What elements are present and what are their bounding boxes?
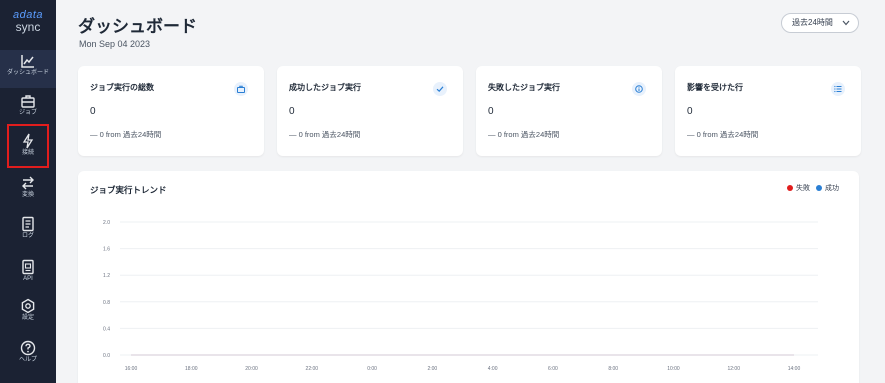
card-title: ジョブ実行の総数 <box>90 83 154 92</box>
x-tick-label: 14:00 <box>788 366 801 372</box>
card-delta: — 0 from 過去24時間 <box>90 130 162 139</box>
check-icon <box>433 82 447 96</box>
gear-icon <box>21 298 35 314</box>
card-value: 0 <box>289 106 295 117</box>
page-date: Mon Sep 04 2023 <box>79 39 151 49</box>
stat-card-total-jobs: ジョブ実行の総数 0 — 0 from 過去24時間 <box>78 66 264 156</box>
y-tick-label: 0.0 <box>103 353 110 359</box>
y-tick-label: 0.8 <box>103 300 110 306</box>
sidebar-item-label: ヘルプ <box>18 357 37 363</box>
x-tick-label: 12:00 <box>727 366 740 372</box>
card-value: 0 <box>687 106 693 117</box>
x-tick-label: 16:00 <box>125 366 138 372</box>
sidebar-item-label: ダッシュボード <box>6 70 49 76</box>
x-tick-label: 18:00 <box>185 366 198 372</box>
sidebar-item-transform[interactable]: 変換 <box>0 172 56 210</box>
time-range-select[interactable]: 過去24時間 <box>781 13 859 33</box>
y-tick-label: 2.0 <box>103 220 110 226</box>
job-trend-chart: 2.0 1.6 1.2 0.8 0.4 0.0 16:00 18:00 20:00 22:00 0:… <box>103 220 818 372</box>
sidebar-item-api[interactable]: API <box>0 256 56 294</box>
card-delta: — 0 from 過去24時間 <box>289 130 361 139</box>
y-tick-label: 1.2 <box>103 273 110 279</box>
card-title: 成功したジョブ実行 <box>289 83 361 92</box>
page-title: ダッシュボード <box>78 17 197 36</box>
x-tick-label: 22:00 <box>306 366 319 372</box>
chevron-down-icon <box>842 20 850 26</box>
sidebar-item-dashboard[interactable]: ダッシュボード <box>0 50 56 88</box>
info-circle-icon <box>632 82 646 96</box>
briefcase-icon <box>234 82 248 96</box>
sidebar-item-help[interactable]: ヘルプ <box>0 337 56 375</box>
sidebar-item-settings[interactable]: 設定 <box>0 295 56 333</box>
card-delta: — 0 from 過去24時間 <box>488 130 560 139</box>
x-tick-label: 20:00 <box>245 366 258 372</box>
brand-logo-sub: sync <box>15 20 41 34</box>
briefcase-icon <box>21 95 35 108</box>
sidebar-item-logs[interactable]: ログ <box>0 213 56 251</box>
job-trend-chart-panel: ジョブ実行トレンド 失敗 成功 2.0 1.6 1.2 0.8 0.4 0.0 16:00 1… <box>78 171 859 383</box>
swap-arrows-icon <box>22 176 34 190</box>
sidebar-item-label: API <box>23 276 33 282</box>
list-icon <box>831 82 845 96</box>
x-tick-label: 0:00 <box>367 366 377 372</box>
sidebar-item-jobs[interactable]: ジョブ <box>0 90 56 128</box>
y-tick-label: 1.6 <box>103 247 110 253</box>
line-chart-icon <box>21 55 34 68</box>
x-tick-label: 6:00 <box>548 366 558 372</box>
x-tick-label: 8:00 <box>608 366 618 372</box>
sidebar-item-label: 変換 <box>21 192 34 198</box>
card-value: 0 <box>90 106 96 117</box>
sidebar-item-label: ログ <box>21 233 34 239</box>
stat-card-affected-rows: 影響を受けた行 0 — 0 from 過去24時間 <box>675 66 861 156</box>
x-tick-label: 4:00 <box>488 366 498 372</box>
help-icon <box>20 340 36 356</box>
x-tick-label: 10:00 <box>667 366 680 372</box>
y-tick-label: 0.4 <box>103 326 110 332</box>
card-delta: — 0 from 過去24時間 <box>687 130 759 139</box>
sidebar-item-label: 設定 <box>21 315 34 321</box>
sidebar: adata sync ダッシュボード ジョブ 接続 変換 ログ API 設定 ヘ… <box>0 0 56 383</box>
sidebar-item-label: ジョブ <box>18 110 37 116</box>
card-title: 失敗したジョブ実行 <box>488 83 560 92</box>
x-tick-label: 2:00 <box>427 366 437 372</box>
log-file-icon <box>22 216 34 232</box>
brand-logo[interactable]: adata sync <box>0 10 56 34</box>
card-value: 0 <box>488 106 494 117</box>
stat-card-failed-jobs: 失敗したジョブ実行 0 — 0 from 過去24時間 <box>476 66 662 156</box>
card-title: 影響を受けた行 <box>687 83 743 92</box>
time-range-value: 過去24時間 <box>792 18 833 27</box>
stat-card-successful-jobs: 成功したジョブ実行 0 — 0 from 過去24時間 <box>277 66 463 156</box>
highlight-box <box>7 124 49 168</box>
api-file-icon <box>22 259 34 275</box>
